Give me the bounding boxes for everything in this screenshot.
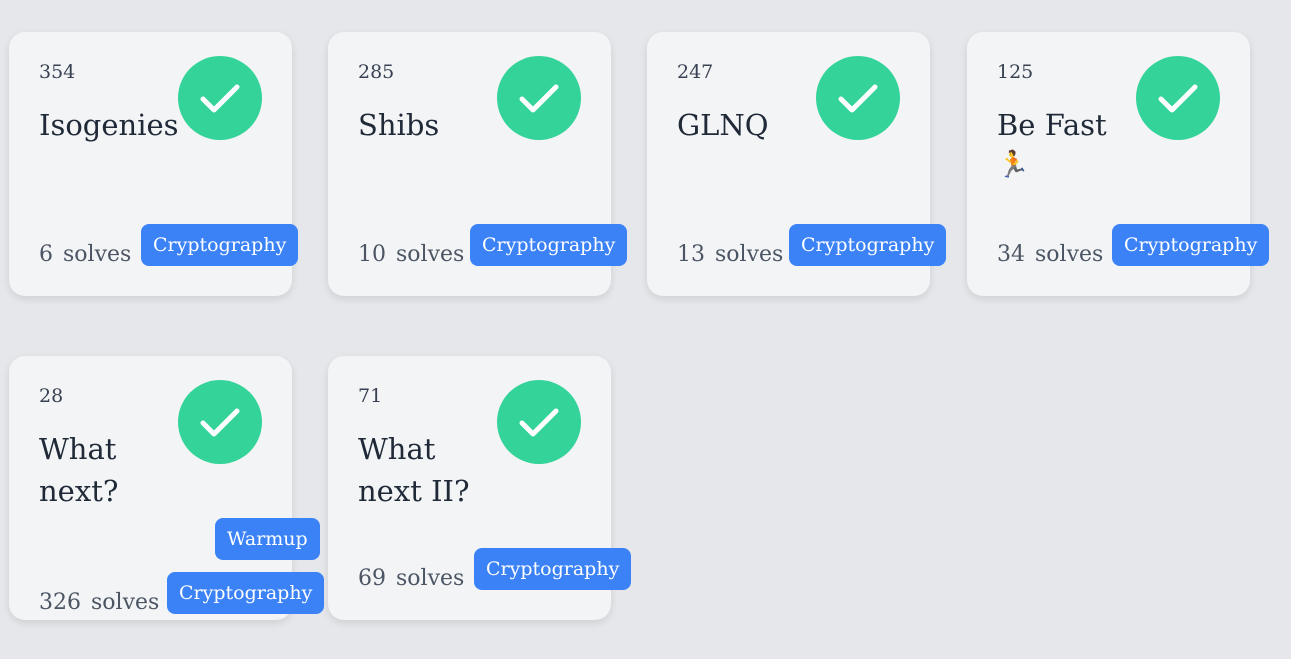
solved-check-icon	[178, 56, 262, 140]
challenge-title-text: Be Fast	[997, 108, 1107, 142]
solves-label: solves	[91, 590, 160, 615]
solves-label: solves	[396, 242, 465, 267]
challenge-grid: 354 Isogenies 6 solves Cryptography 285 S…	[0, 0, 1291, 659]
challenge-card-be-fast[interactable]: 125 Be Fast 🏃 34 solves Cryptography	[967, 32, 1270, 296]
challenge-points: 354	[39, 61, 76, 83]
challenge-card-isogenies[interactable]: 354 Isogenies 6 solves Cryptography	[9, 32, 299, 296]
solves-label: solves	[63, 242, 132, 267]
solved-check-icon	[497, 56, 581, 140]
challenge-card-glnq[interactable]: 247 GLNQ 13 solves Cryptography	[647, 32, 947, 296]
solves-number: 69	[358, 566, 386, 591]
category-tag-warmup[interactable]: Warmup	[215, 518, 320, 560]
challenge-card-what-next-ii[interactable]: 71 What next II? 69 solves Cryptography	[328, 356, 632, 620]
category-tag-cryptography[interactable]: Cryptography	[167, 572, 325, 614]
challenge-title-line: What	[358, 432, 436, 466]
challenge-points: 28	[39, 385, 64, 407]
challenge-title-line: What	[39, 432, 117, 466]
solves-count: 10 solves	[358, 243, 464, 267]
challenge-title: GLNQ	[677, 108, 769, 142]
solves-number: 13	[677, 242, 705, 267]
challenge-title: What next?	[39, 428, 189, 512]
solves-count: 13 solves	[677, 243, 783, 267]
solved-check-icon	[816, 56, 900, 140]
challenge-title: Isogenies	[39, 108, 179, 142]
challenge-card-shibs[interactable]: 285 Shibs 10 solves Cryptography	[328, 32, 628, 296]
challenge-title-line: next?	[39, 474, 119, 508]
category-tag-cryptography[interactable]: Cryptography	[141, 224, 299, 266]
runner-emoji-icon: 🏃	[997, 150, 1030, 180]
challenge-points: 247	[677, 61, 714, 83]
category-tag-cryptography[interactable]: Cryptography	[1112, 224, 1270, 266]
solves-label: solves	[1035, 242, 1104, 267]
challenge-title-line: next II?	[358, 474, 470, 508]
solves-label: solves	[396, 566, 465, 591]
category-tag-cryptography[interactable]: Cryptography	[470, 224, 628, 266]
challenge-title: Be Fast 🏃	[997, 104, 1147, 182]
solves-count: 6 solves	[39, 243, 131, 267]
solved-check-icon	[1136, 56, 1220, 140]
solves-number: 34	[997, 242, 1025, 267]
solves-number: 6	[39, 242, 53, 267]
solves-count: 69 solves	[358, 567, 464, 591]
challenge-title: Shibs	[358, 108, 440, 142]
challenge-points: 285	[358, 61, 395, 83]
solved-check-icon	[497, 380, 581, 464]
solves-count: 326 solves	[39, 591, 159, 615]
solves-number: 10	[358, 242, 386, 267]
category-tag-cryptography[interactable]: Cryptography	[474, 548, 632, 590]
solves-count: 34 solves	[997, 243, 1103, 267]
challenge-title: What next II?	[358, 428, 508, 512]
solves-number: 326	[39, 590, 81, 615]
solved-check-icon	[178, 380, 262, 464]
challenge-points: 125	[997, 61, 1034, 83]
challenge-points: 71	[358, 385, 383, 407]
challenge-card-what-next[interactable]: 28 What next? Warmup 326 solves Cryptogra…	[9, 356, 325, 620]
solves-label: solves	[715, 242, 784, 267]
category-tag-cryptography[interactable]: Cryptography	[789, 224, 947, 266]
